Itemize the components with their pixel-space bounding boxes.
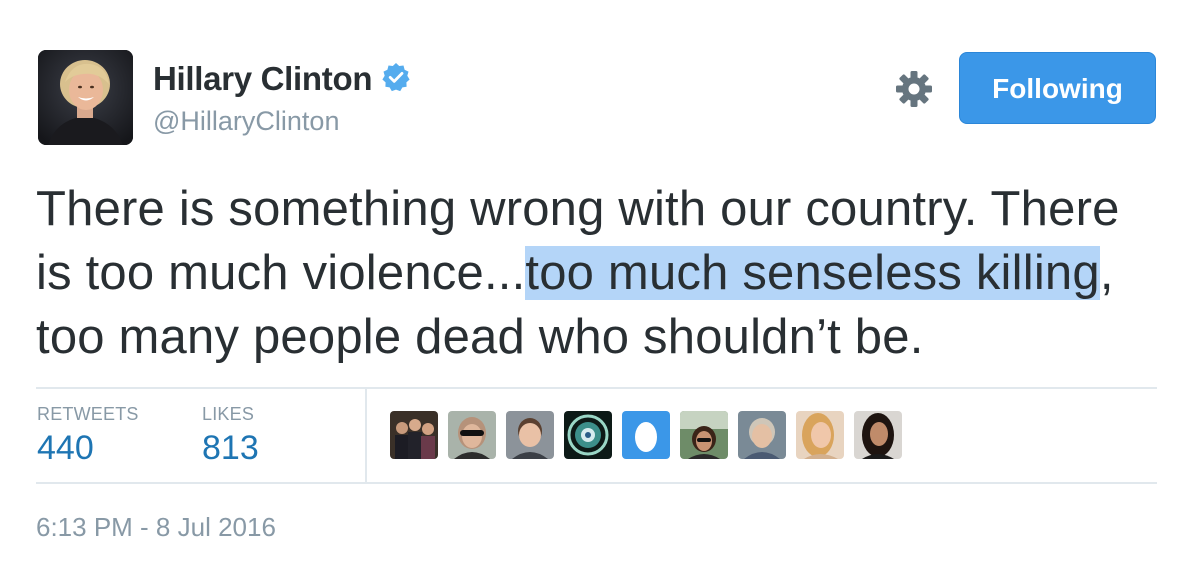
liker-avatar[interactable] xyxy=(854,411,902,459)
liker-avatar[interactable] xyxy=(390,411,438,459)
liker-avatar[interactable] xyxy=(622,411,670,459)
tweet-timestamp[interactable]: 6:13 PM - 8 Jul 2016 xyxy=(36,512,276,543)
stats-vertical-divider xyxy=(365,389,367,482)
likes-label: LIKES xyxy=(202,404,255,424)
user-handle[interactable]: @HillaryClinton xyxy=(153,106,339,137)
liker-avatar[interactable] xyxy=(738,411,786,459)
retweets-count: 440 xyxy=(37,429,94,467)
retweets-label: RETWEETS xyxy=(37,404,139,424)
verified-badge-icon xyxy=(381,62,411,92)
likes-count: 813 xyxy=(202,429,259,467)
liker-avatar[interactable] xyxy=(506,411,554,459)
gear-icon[interactable] xyxy=(893,68,935,110)
name-block: Hillary Clinton xyxy=(153,60,411,98)
liker-avatar[interactable] xyxy=(680,411,728,459)
retweets-stat[interactable]: RETWEETS 440 xyxy=(37,404,139,468)
stats-top-divider xyxy=(36,387,1157,389)
liker-avatar[interactable] xyxy=(796,411,844,459)
likes-stat[interactable]: LIKES 813 xyxy=(202,404,259,468)
profile-avatar[interactable] xyxy=(38,50,133,145)
liker-avatars xyxy=(390,411,902,461)
tweet-text-selection: too much senseless killing xyxy=(525,246,1100,300)
stats-bottom-divider xyxy=(36,482,1157,484)
liker-avatar[interactable] xyxy=(448,411,496,459)
tweet-text: There is something wrong with our countr… xyxy=(36,177,1166,369)
following-button[interactable]: Following xyxy=(959,52,1156,124)
liker-avatar[interactable] xyxy=(564,411,612,459)
display-name[interactable]: Hillary Clinton xyxy=(153,60,372,98)
tweet-card: Hillary Clinton @HillaryClinton Followin… xyxy=(0,0,1194,570)
